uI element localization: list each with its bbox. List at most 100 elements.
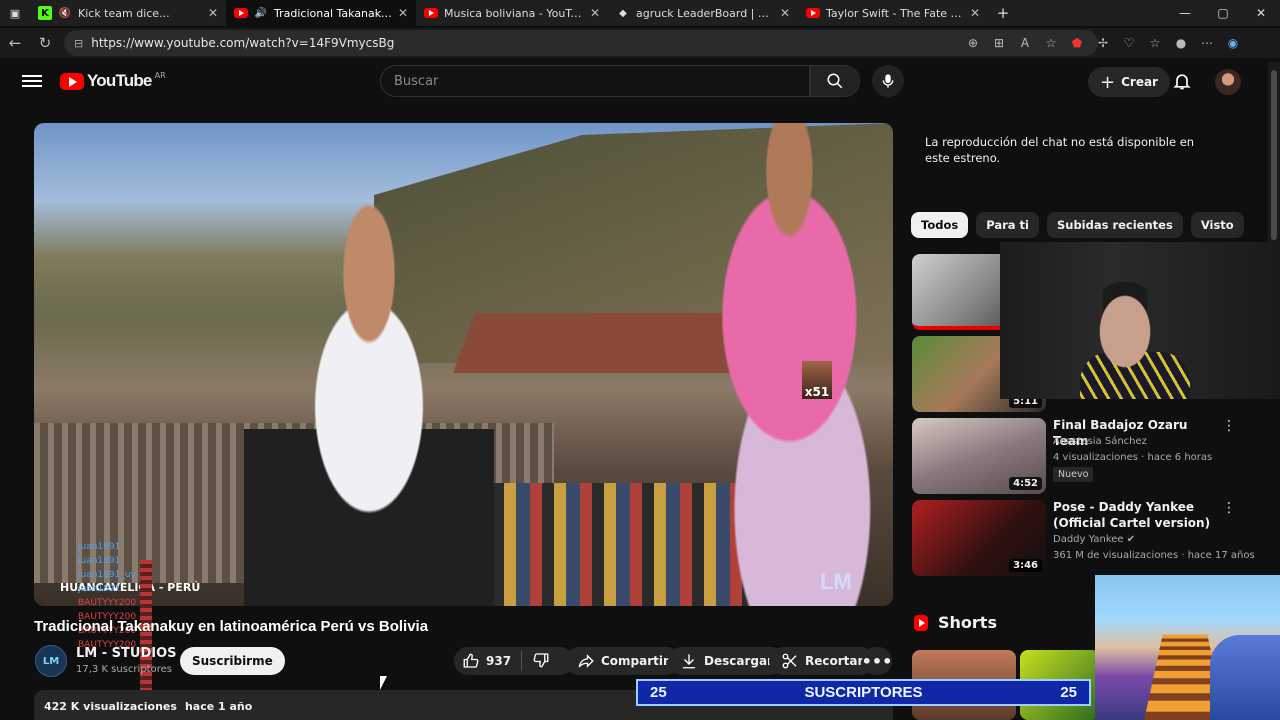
recommendation-channel[interactable]: Daddy Yankee ✔ (1053, 532, 1135, 548)
clip-label: Recortar (805, 654, 864, 668)
share-icon (578, 654, 594, 668)
notifications-button[interactable] (1172, 71, 1192, 95)
new-tab-icon[interactable]: + (988, 0, 1018, 26)
recommendation-thumbnail[interactable]: 4:52 (912, 418, 1046, 494)
channel-avatar[interactable]: LM (35, 645, 67, 677)
extensions-icon[interactable]: ✢ (1092, 36, 1114, 50)
microphone-icon (882, 74, 894, 88)
tab-title: Tradicional Takanakuy en lati (274, 6, 392, 20)
account-avatar[interactable] (1215, 69, 1241, 95)
window-controls: — ▢ ✕ (1166, 0, 1280, 26)
channel-name[interactable]: LM - STUDIOS (76, 646, 177, 661)
logo-text: YouTube (87, 71, 152, 90)
speaker-icon[interactable]: 🔊 (254, 6, 268, 20)
gameplay-overlay (1095, 575, 1280, 720)
dislike-button[interactable] (532, 651, 556, 672)
create-label: Crear (1121, 75, 1158, 89)
video-duration: 4:52 (1009, 477, 1042, 490)
app-available-icon[interactable]: ⊞ (988, 36, 1010, 50)
address-bar-row: ← ↻ ⊟ https://www.youtube.com/watch?v=14… (0, 28, 1280, 58)
download-button[interactable]: Descargar (668, 647, 785, 675)
close-icon[interactable]: ✕ (970, 6, 980, 20)
profile-icon[interactable]: ● (1170, 36, 1192, 50)
subscribe-button[interactable]: Suscribirme (180, 647, 285, 675)
voice-search-button[interactable] (872, 65, 904, 97)
close-icon[interactable]: ✕ (208, 6, 218, 20)
share-label: Compartir (601, 654, 669, 668)
recommendation-meta: 4 visualizaciones · hace 6 horas (1053, 452, 1213, 463)
chip-todos[interactable]: Todos (911, 212, 969, 238)
channel-label: Daddy Yankee (1053, 534, 1124, 545)
site-info-icon[interactable]: ⊟ (74, 37, 83, 50)
url-field[interactable]: ⊟ https://www.youtube.com/watch?v=14F9Vm… (64, 30, 1098, 56)
tab-taylor-swift[interactable]: Taylor Swift - The Fate of Ophelia ✕ (798, 0, 988, 26)
back-icon[interactable]: ← (0, 34, 30, 52)
reload-icon[interactable]: ↻ (30, 34, 60, 52)
webcam-person-face (1090, 282, 1160, 372)
close-window-icon[interactable]: ✕ (1242, 0, 1280, 26)
page-scrollbar[interactable] (1268, 62, 1280, 242)
search-button[interactable] (810, 65, 860, 97)
chat-user: juan1891 (78, 584, 121, 594)
minimize-icon[interactable]: — (1166, 0, 1204, 26)
subs-label: SUSCRIPTORES (804, 684, 923, 701)
youtube-logo[interactable]: YouTube AR (60, 71, 166, 91)
close-icon[interactable]: ✕ (590, 6, 600, 20)
performance-icon[interactable]: ♡ (1118, 36, 1140, 50)
scissors-icon (782, 653, 797, 669)
share-button[interactable]: Compartir (565, 647, 681, 675)
tab-leaderboard[interactable]: ◆ agruck LeaderBoard | The best Ch ✕ (608, 0, 798, 26)
download-label: Descargar (704, 654, 773, 668)
browser-tab-bar: ▣ K 🔇 Kick team dice... ✕ 🔊 Tradicional … (0, 0, 1280, 26)
video-duration: 3:46 (1009, 559, 1042, 572)
hamburger-menu-icon[interactable] (22, 72, 42, 92)
maximize-icon[interactable]: ▢ (1204, 0, 1242, 26)
favorite-star-icon[interactable]: ☆ (1040, 36, 1062, 50)
translate-icon[interactable]: ⊕ (962, 36, 984, 50)
create-button[interactable]: + Crear (1088, 67, 1170, 97)
tab-title: Kick team dice... (78, 6, 170, 20)
youtube-header: YouTube AR Buscar + Crear (0, 62, 1280, 102)
chip-visto[interactable]: Visto (1190, 212, 1244, 238)
search-placeholder: Buscar (394, 73, 439, 89)
subscriber-goal-banner: 25 SUSCRIPTORES 25 (636, 679, 1091, 706)
extension-shield-icon[interactable]: ⬟ (1066, 36, 1088, 50)
scrollbar-thumb[interactable] (1271, 70, 1277, 240)
read-aloud-icon[interactable]: A (1014, 36, 1036, 50)
video-player[interactable]: x51 HUANCAVELICA - PERÚ LM (34, 123, 893, 606)
tab-musica-boliviana[interactable]: Musica boliviana - YouTube ✕ (416, 0, 608, 26)
chat-overlay-bar (140, 560, 152, 710)
view-count: 422 K visualizaciones (44, 700, 177, 713)
more-actions-button[interactable]: ••• (862, 647, 892, 675)
thumbs-down-icon (533, 652, 549, 667)
like-count: 937 (486, 654, 512, 668)
muted-speaker-icon[interactable]: 🔇 (58, 6, 72, 20)
more-dots-icon: ••• (861, 651, 893, 671)
search-icon (827, 73, 843, 89)
close-icon[interactable]: ✕ (780, 6, 790, 20)
streamer-webcam (1000, 242, 1280, 399)
kick-favicon-icon: K (38, 6, 52, 20)
subs-count-right: 25 (1060, 684, 1077, 701)
copilot-icon[interactable]: ◉ (1222, 36, 1244, 50)
recommendation-channel[interactable]: Anastasia Sánchez (1053, 434, 1147, 450)
more-options-icon[interactable]: ⋮ (1222, 500, 1236, 516)
plus-icon: + (1100, 71, 1116, 93)
tab-takanakuy[interactable]: 🔊 Tradicional Takanakuy en lati ✕ (226, 0, 416, 26)
chip-subidas-recientes[interactable]: Subidas recientes (1046, 212, 1183, 238)
recommendation-title[interactable]: Pose - Daddy Yankee (Official Cartel ver… (1053, 499, 1213, 531)
clip-button[interactable]: Recortar (769, 647, 876, 675)
favorites-icon[interactable]: ☆ (1144, 36, 1166, 50)
tab-actions-icon[interactable]: ▣ (0, 0, 30, 26)
search-input[interactable]: Buscar (380, 65, 810, 97)
chip-para-ti[interactable]: Para ti (976, 212, 1039, 238)
like-button[interactable]: 937 (462, 652, 511, 670)
menu-dots-icon[interactable]: ⋯ (1196, 36, 1218, 50)
recommendation-thumbnail[interactable]: 3:46 (912, 500, 1046, 576)
tab-kick[interactable]: K 🔇 Kick team dice... ✕ (30, 0, 226, 26)
close-icon[interactable]: ✕ (398, 6, 408, 20)
more-options-icon[interactable]: ⋮ (1222, 418, 1236, 434)
video-title: Tradicional Takanakuy en latinoamérica P… (34, 618, 429, 635)
youtube-favicon-icon (806, 6, 820, 20)
tab-title: Taylor Swift - The Fate of Ophelia (826, 6, 964, 20)
